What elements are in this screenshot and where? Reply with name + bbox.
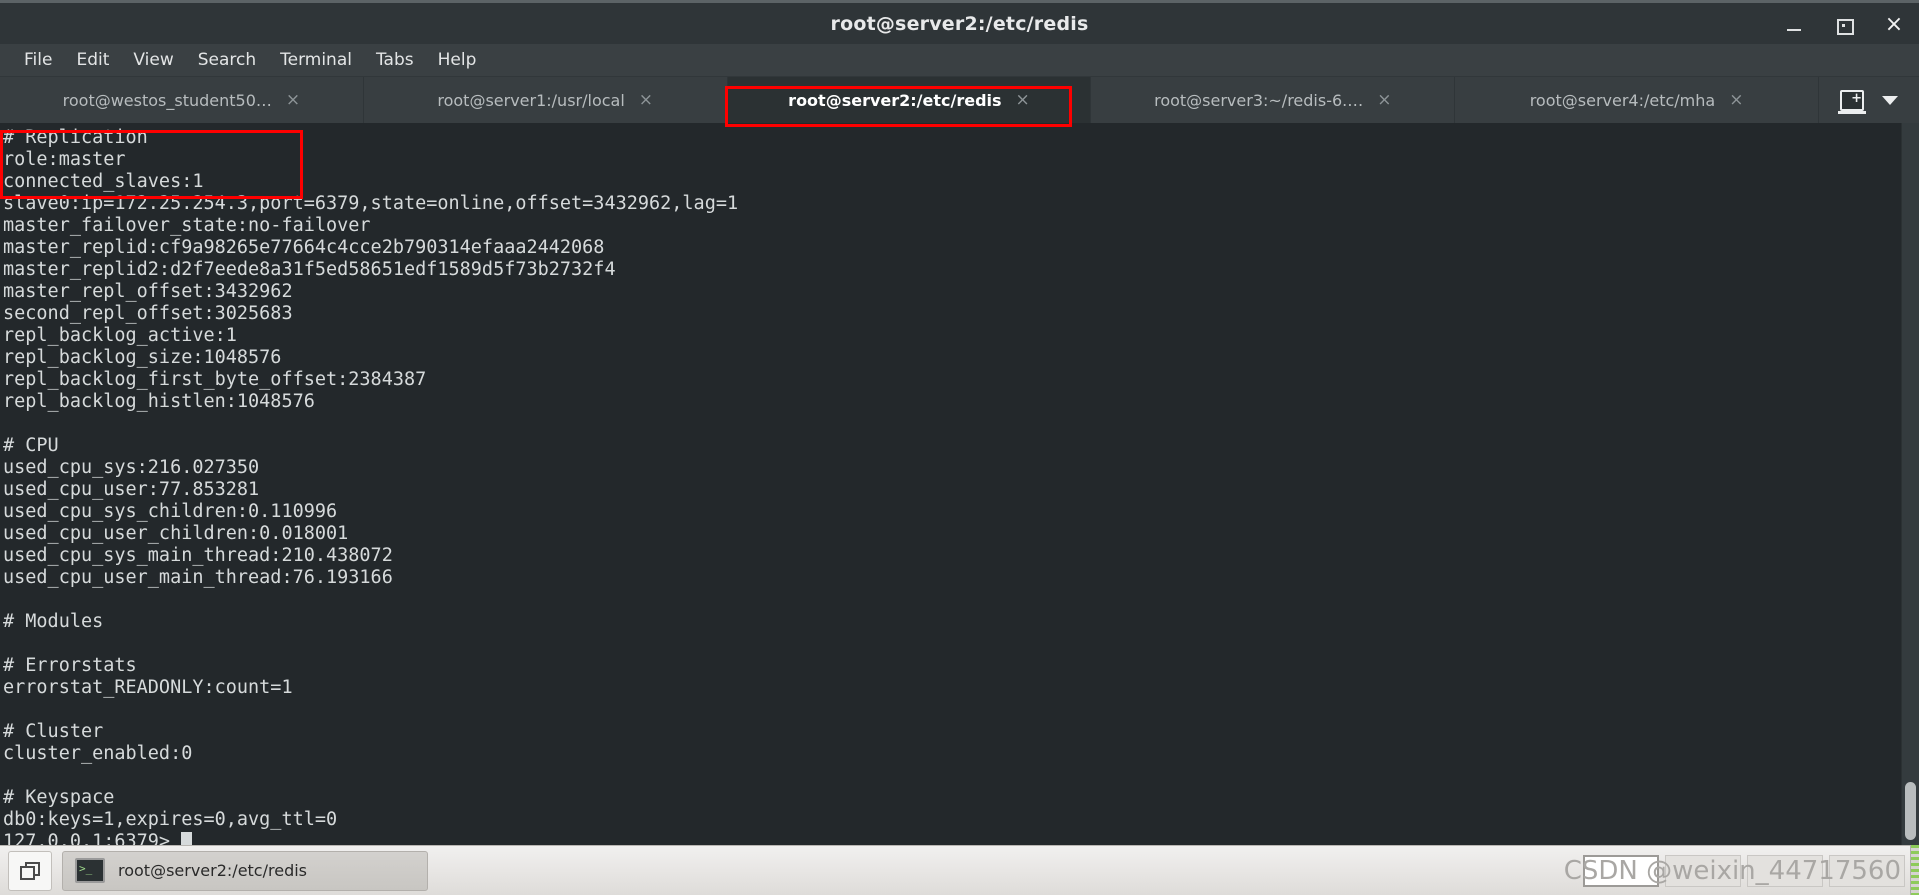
tab-server4-etc-mha[interactable]: root@server4:/etc/mha ×: [1455, 77, 1819, 123]
menu-item-help[interactable]: Help: [426, 48, 489, 72]
tab-label: root@westos_student50…: [62, 90, 272, 110]
tab-westos-student50[interactable]: root@westos_student50… ×: [0, 77, 364, 123]
taskbar-window-button[interactable]: root@server2:/etc/redis: [62, 850, 428, 891]
workspace-2[interactable]: [1665, 854, 1741, 887]
taskbar: root@server2:/etc/redis CSDN @weixin_447…: [0, 845, 1919, 895]
chevron-down-icon[interactable]: [1881, 95, 1898, 105]
workspace-4[interactable]: [1829, 854, 1905, 887]
menu-bar: File Edit View Search Terminal Tabs Help: [0, 44, 1919, 77]
minimize-icon[interactable]: [1783, 14, 1805, 36]
menu-item-tabs[interactable]: Tabs: [364, 48, 426, 72]
tab-close-icon[interactable]: ×: [1377, 91, 1391, 109]
terminal-cursor: [181, 832, 193, 845]
taskbar-indicator-stripes: [1910, 845, 1919, 895]
maximize-icon[interactable]: [1833, 14, 1855, 36]
menu-item-view[interactable]: View: [121, 48, 185, 72]
tab-label: root@server4:/etc/mha: [1529, 90, 1716, 110]
menu-item-search[interactable]: Search: [186, 48, 268, 72]
tab-close-icon[interactable]: ×: [639, 91, 653, 109]
window-switcher-icon[interactable]: [8, 850, 52, 891]
terminal-output-area[interactable]: # Replication role:master connected_slav…: [0, 123, 1919, 845]
tab-label: root@server2:/etc/redis: [788, 90, 1002, 110]
terminal-icon: [75, 858, 105, 883]
taskbar-window-label: root@server2:/etc/redis: [118, 861, 307, 880]
window-title: root@server2:/etc/redis: [830, 12, 1089, 35]
workspace-switcher: [1583, 854, 1911, 887]
tab-close-icon[interactable]: ×: [286, 91, 300, 109]
tab-bar-actions: +: [1819, 77, 1919, 123]
terminal-text: # Replication role:master connected_slav…: [3, 127, 738, 845]
workspace-1[interactable]: [1583, 854, 1659, 887]
tab-bar: root@westos_student50… × root@server1:/u…: [0, 77, 1919, 123]
tab-close-icon[interactable]: ×: [1016, 91, 1030, 109]
tab-server2-etc-redis[interactable]: root@server2:/etc/redis ×: [727, 77, 1092, 123]
tab-server3-redis6[interactable]: root@server3:~/redis-6.… ×: [1091, 77, 1456, 123]
menu-item-file[interactable]: File: [12, 48, 64, 72]
scrollbar-thumb[interactable]: [1905, 782, 1916, 840]
terminal-scrollbar[interactable]: [1901, 123, 1919, 845]
window-titlebar: root@server2:/etc/redis ×: [0, 0, 1919, 44]
desktop-root: root@server2:/etc/redis × File Edit View…: [0, 0, 1919, 895]
new-terminal-tab-icon[interactable]: +: [1837, 89, 1866, 114]
menu-item-terminal[interactable]: Terminal: [268, 48, 364, 72]
menu-item-edit[interactable]: Edit: [64, 48, 121, 72]
workspace-3[interactable]: [1747, 854, 1823, 887]
tab-server1-usr-local[interactable]: root@server1:/usr/local ×: [364, 77, 728, 123]
close-icon[interactable]: ×: [1883, 14, 1905, 36]
tab-close-icon[interactable]: ×: [1729, 91, 1743, 109]
window-controls: ×: [1783, 3, 1905, 47]
tab-label: root@server1:/usr/local: [437, 90, 625, 110]
tab-label: root@server3:~/redis-6.…: [1154, 90, 1364, 110]
